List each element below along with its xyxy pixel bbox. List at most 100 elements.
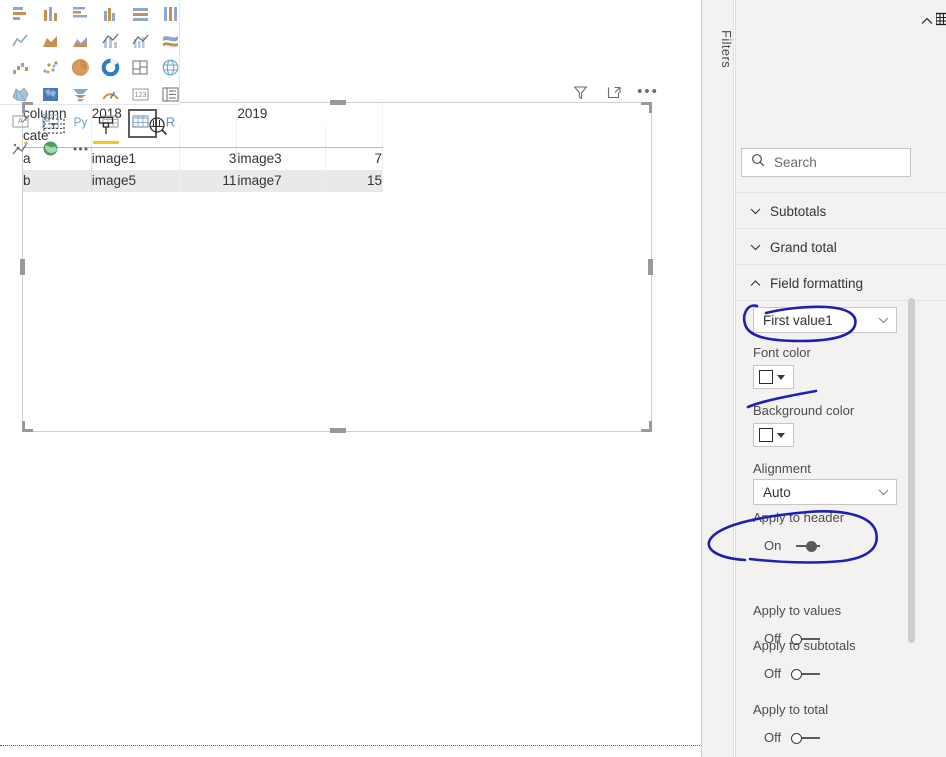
matrix-row-header: b: [23, 170, 92, 192]
matrix-value-cell: 3: [179, 147, 238, 170]
shape-map-icon[interactable]: [35, 81, 65, 108]
treemap-icon[interactable]: [125, 54, 155, 81]
toggle-knob: [806, 541, 818, 552]
column-header-2019[interactable]: 2019: [236, 103, 383, 125]
section-grand-total[interactable]: Grand total: [735, 228, 946, 265]
corner-bracket-br: [641, 421, 652, 432]
section-subtotals[interactable]: Subtotals: [735, 192, 946, 229]
map-icon[interactable]: [155, 54, 185, 81]
active-tab-underline: [92, 141, 119, 144]
visualizations-pane-tabs[interactable]: [0, 108, 211, 144]
card-icon[interactable]: 123: [125, 81, 155, 108]
format-pane-scrollbar[interactable]: [908, 298, 915, 643]
analytics-tab[interactable]: [143, 111, 173, 141]
line-chart-icon[interactable]: [5, 27, 35, 54]
matrix-image-cell: image7: [236, 170, 326, 192]
font-color-label: Font color: [753, 345, 811, 360]
field-select-dropdown[interactable]: First value1: [753, 307, 897, 333]
donut-chart-icon[interactable]: [95, 54, 125, 81]
line-clustered-column-chart-icon[interactable]: [125, 27, 155, 54]
clustered-column-chart-icon[interactable]: [95, 0, 125, 27]
background-color-picker[interactable]: [753, 423, 794, 447]
search-icon: [751, 153, 765, 172]
section-grand-total-label: Grand total: [770, 239, 837, 255]
toggle-state-label: Off: [764, 666, 782, 681]
matrix-image-cell: image5: [91, 170, 181, 192]
resize-handle-bottom[interactable]: [330, 428, 346, 433]
font-color-picker[interactable]: [753, 365, 794, 389]
focus-mode-icon[interactable]: [604, 82, 624, 102]
apply-to-toggle[interactable]: Off: [753, 730, 822, 745]
apply-to-toggle[interactable]: Off: [753, 666, 822, 681]
toggle-knob: [791, 669, 803, 680]
alignment-value: Auto: [763, 484, 791, 500]
fields-tab[interactable]: [39, 111, 69, 141]
stacked-bar-chart-icon[interactable]: [5, 0, 35, 27]
matrix-value-cell: 11: [179, 170, 238, 192]
apply-to-label: Apply to header: [753, 510, 845, 525]
format-tab[interactable]: [91, 111, 121, 144]
multi-row-card-icon[interactable]: [155, 81, 185, 108]
section-field-formatting[interactable]: Field formatting: [735, 264, 946, 301]
toggle-knob: [791, 733, 803, 744]
toggle-state-label: On: [764, 538, 782, 553]
pie-chart-icon[interactable]: [65, 54, 95, 81]
matrix-image-cell: image3: [236, 147, 326, 170]
section-field-formatting-label: Field formatting: [770, 275, 864, 291]
sub-header-2019-value: [325, 125, 384, 147]
ribbon-chart-icon[interactable]: [155, 27, 185, 54]
grid-edge-icon[interactable]: [936, 12, 946, 26]
filter-icon[interactable]: [570, 82, 590, 102]
caret-down-icon: [777, 432, 785, 438]
power-bi-report-window: ••• column 2018 2019 cate a image1 3 ima…: [0, 0, 946, 757]
waterfall-chart-icon[interactable]: [5, 54, 35, 81]
stacked-column-chart-icon[interactable]: [35, 0, 65, 27]
apply-to-label: Apply to values: [753, 603, 842, 618]
corner-bracket-tl: [22, 102, 33, 113]
line-stacked-column-chart-icon[interactable]: [95, 27, 125, 54]
stacked-area-chart-icon[interactable]: [65, 27, 95, 54]
chevron-down-icon: [878, 489, 889, 496]
toggle-switch[interactable]: [789, 731, 822, 744]
filters-pane-label: Filters: [719, 29, 734, 69]
toggle-switch[interactable]: [789, 667, 822, 680]
clustered-bar-chart-icon[interactable]: [65, 0, 95, 27]
matrix-value-cell: 15: [325, 170, 384, 192]
resize-handle-left[interactable]: [20, 259, 25, 275]
alignment-label: Alignment: [753, 461, 811, 476]
corner-bracket-tr: [641, 102, 652, 113]
gauge-icon[interactable]: [95, 81, 125, 108]
svg-text:123: 123: [134, 92, 146, 99]
chevron-up-icon: [750, 280, 761, 286]
search-input[interactable]: [772, 154, 897, 171]
toggle-switch[interactable]: [789, 539, 822, 552]
chevron-up-icon[interactable]: [918, 14, 936, 28]
apply-to-toggle[interactable]: On: [753, 538, 822, 553]
apply-to-label: Apply to subtotals: [753, 638, 856, 653]
matrix-row[interactable]: b image5 11 image7 15: [23, 170, 384, 192]
filters-pane-collapsed[interactable]: [702, 0, 734, 757]
visual-header-toolbar[interactable]: •••: [570, 82, 658, 102]
font-color-swatch: [759, 370, 773, 384]
more-options-icon[interactable]: •••: [637, 82, 658, 102]
100-stacked-column-chart-icon[interactable]: [155, 0, 185, 27]
resize-handle-top[interactable]: [330, 100, 346, 105]
toggle-state-label: Off: [764, 730, 782, 745]
background-color-swatch: [759, 428, 773, 442]
alignment-dropdown[interactable]: Auto: [753, 479, 897, 505]
area-chart-icon[interactable]: [35, 27, 65, 54]
100-stacked-bar-chart-icon[interactable]: [125, 0, 155, 27]
apply-to-label: Apply to total: [753, 702, 829, 717]
funnel-icon[interactable]: [65, 81, 95, 108]
background-color-label: Background color: [753, 403, 855, 418]
visualizations-gallery[interactable]: 123 A Py R: [0, 0, 180, 156]
section-subtotals-label: Subtotals: [770, 203, 827, 219]
caret-down-icon: [777, 374, 785, 380]
chevron-down-icon: [750, 208, 761, 215]
matrix-value-cell: 7: [325, 147, 384, 170]
sub-header-2019-image: [236, 125, 326, 147]
scatter-chart-icon[interactable]: [35, 54, 65, 81]
resize-handle-right[interactable]: [648, 259, 653, 275]
chevron-down-icon: [878, 317, 889, 324]
search-box[interactable]: [741, 148, 911, 177]
